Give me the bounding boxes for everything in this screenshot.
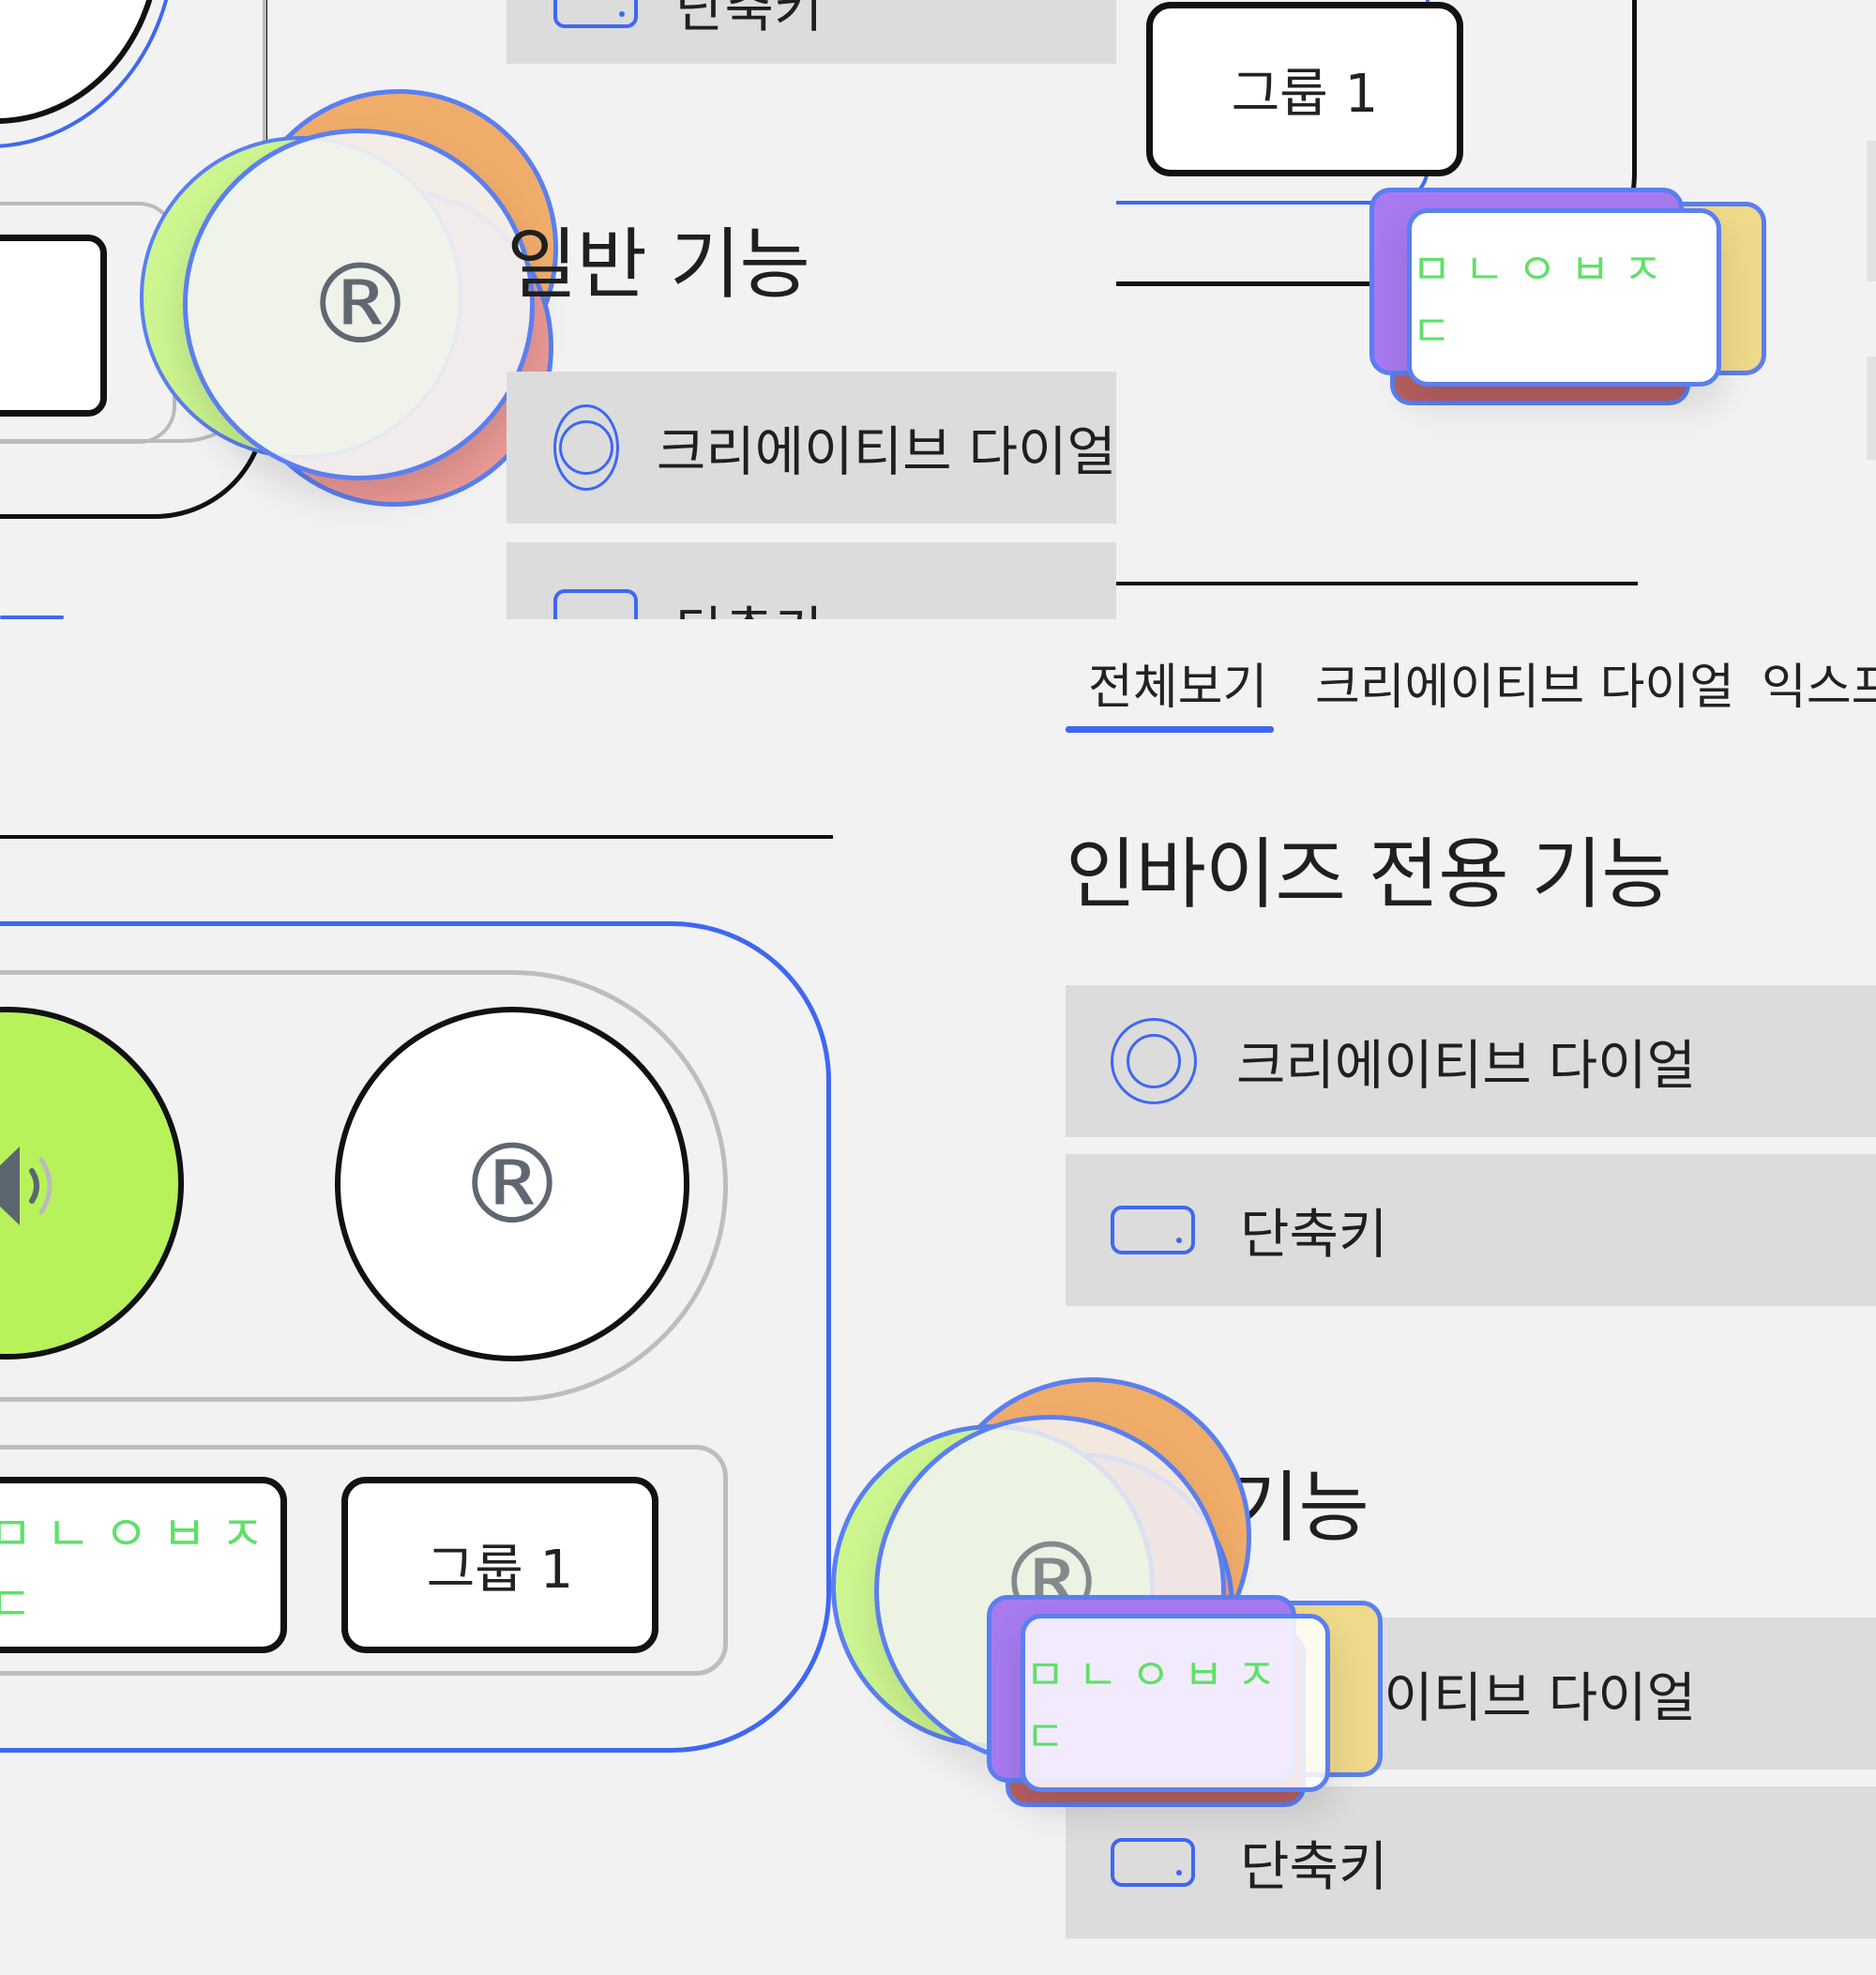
tab-creative-dial[interactable]: 크리에이티브 다이얼 [1315,647,1734,718]
device-panel: ® ㅁㄴㅇㅂㅈㄷ 그룹 1 [0,619,844,1975]
invoice-features-heading: 인바이즈 전용 기능 [1066,830,1672,919]
keyboard-icon [1111,1838,1195,1887]
dial-icon [1111,1018,1197,1104]
speaker-icon [0,1139,62,1233]
keyboard-icon [553,0,638,28]
row-label: 크리에이티브 다이얼 [1236,1035,1697,1097]
dragged-key-ghost-bottom[interactable]: ㅁㄴㅇㅂㅈㄷ [987,1595,1390,1820]
general-features-heading: 일반 기능 [507,220,810,310]
creative-dial-row[interactable]: 크리에이티브 다이얼 [1066,985,1876,1137]
jamo-key-label: ㅁㄴㅇㅂㅈㄷ [1025,1649,1290,1762]
jamo-key-label: ㅁㄴㅇㅂㅈㄷ [0,1507,279,1633]
right-edge-divider-2 [1867,357,1876,460]
group-1-button[interactable]: 그룹 1 [1146,2,1463,176]
tab-active-indicator [1066,726,1274,733]
dragged-dial-ghost-top[interactable]: ® [136,89,558,521]
tab-all[interactable]: 전체보기 [1088,647,1267,718]
dragged-key-ghost-top[interactable]: ㅁㄴㅇㅂㅈㄷ [1369,188,1773,413]
row-label: 단축키 [675,0,824,39]
registered-dial[interactable]: ® [335,1007,689,1361]
keyboard-icon [553,589,638,619]
row-label: 단축키 [1240,1836,1388,1898]
ghost-white-card: ㅁㄴㅇㅂㅈㄷ [1021,1614,1330,1792]
row-label: 단축키 [1240,1204,1388,1266]
jamo-key-label: ㅁㄴㅇㅂㅈㄷ [1412,244,1676,357]
row-label: 크리에이티브 다이얼 [656,421,1116,483]
jamo-key-button[interactable]: ㅁㄴㅇㅂㅈㄷ [0,1477,287,1653]
ghost-white-card: ㅁㄴㅇㅂㅈㄷ [1407,208,1721,387]
registered-icon: ® [305,239,416,369]
dial-icon [553,404,619,491]
keyboard-icon [1111,1206,1195,1254]
bottom-rule [1116,582,1638,585]
top-function-panel: 단축키 일반 기능 크리에이티브 다이얼 단축키 [507,0,1116,619]
row-label: 단축키 [675,589,823,619]
shortcut-row[interactable]: 단축키 [507,542,1116,619]
creative-dial-row[interactable]: 크리에이티브 다이얼 [507,372,1116,524]
partial-shortcut-row[interactable]: 단축키 [507,0,1116,64]
top-rule [0,835,833,839]
tab-express[interactable]: 익스프 [1762,647,1876,718]
registered-icon: ® [457,1119,567,1249]
shortcut-row[interactable]: 단축키 [1066,1154,1876,1306]
group-1-button[interactable]: 그룹 1 [341,1477,658,1653]
right-edge-divider [1867,141,1876,281]
